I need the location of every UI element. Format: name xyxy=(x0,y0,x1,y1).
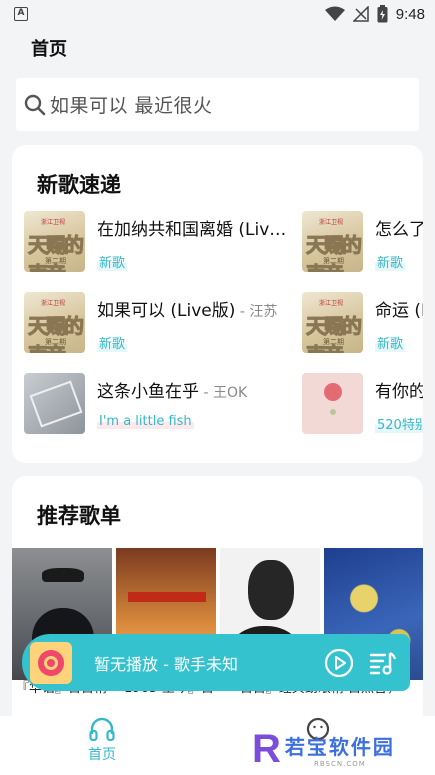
song-title: 有你的 xyxy=(375,382,423,402)
song-artist: 汪苏 xyxy=(249,304,278,320)
playlist-button[interactable] xyxy=(366,646,400,680)
page-title: 首页 xyxy=(31,39,67,60)
notification-icon: A xyxy=(14,7,28,21)
song-cover: 浙江卫视 天赐的声音 第二期 xyxy=(302,292,363,353)
song-item[interactable]: 浙江卫视 天赐的声音 第二期 如果可以 (Live版) - 汪苏 新歌 xyxy=(24,292,287,356)
watermark-letter: R xyxy=(252,727,281,771)
playlist-icon xyxy=(369,651,397,675)
status-icons: 9:48 xyxy=(324,5,425,23)
song-cover: 浙江卫视 天赐的声音 第二期 xyxy=(302,211,363,272)
wifi-icon xyxy=(324,6,345,21)
tab-home-label: 首页 xyxy=(88,747,116,763)
song-cover xyxy=(302,373,363,434)
status-time: 9:48 xyxy=(395,5,425,23)
search-input[interactable]: 如果可以 最近很火 xyxy=(16,78,419,131)
watermark-brand: 若宝软件园 xyxy=(284,734,395,759)
battery-icon xyxy=(377,5,388,23)
play-button[interactable] xyxy=(322,646,356,680)
song-tag: 新歌 xyxy=(375,252,406,271)
mini-player[interactable]: 暂无播放 - 歌手未知 xyxy=(22,634,410,691)
song-title: 命运 (L xyxy=(375,301,423,321)
watermark-logo: R 若宝软件园 RBSCN.COM xyxy=(252,729,395,769)
search-placeholder: 如果可以 最近很火 xyxy=(50,95,213,117)
song-tag: 520特别 xyxy=(375,414,423,433)
song-tag: I'm a little fish xyxy=(97,414,194,429)
song-item[interactable]: 这条小鱼在乎 - 王OK I'm a little fish xyxy=(24,373,287,437)
song-cover: 浙江卫视 天赐的声音 第二期 xyxy=(24,292,85,353)
new-songs-card: 新歌速递 浙江卫视 天赐的声音 第二期 在加纳共和国离婚 (Liv… 新歌 浙江… xyxy=(12,145,423,463)
headphones-icon xyxy=(89,717,115,742)
signal-icon xyxy=(352,6,369,22)
tab-home[interactable]: 首页 xyxy=(88,716,116,764)
watermark-domain: RBSCN.COM xyxy=(314,759,366,768)
player-title: 暂无播放 - 歌手未知 xyxy=(94,654,238,674)
recommended-title: 推荐歌单 xyxy=(37,504,121,528)
new-songs-title: 新歌速递 xyxy=(37,173,121,197)
song-item[interactable]: 浙江卫视 天赐的声音 第二期 怎么了 新歌 xyxy=(302,211,423,275)
song-tag: 新歌 xyxy=(97,252,128,271)
song-title: 怎么了 xyxy=(375,220,423,240)
song-title: 在加纳共和国离婚 (Liv… xyxy=(97,220,287,240)
status-bar: A 9:48 xyxy=(0,0,435,30)
search-icon xyxy=(24,94,46,115)
song-tag: 新歌 xyxy=(97,333,128,352)
song-item[interactable]: 有你的 520特别 xyxy=(302,373,423,437)
song-cover xyxy=(24,373,85,434)
song-item[interactable]: 浙江卫视 天赐的声音 第二期 命运 (L 新歌 xyxy=(302,292,423,356)
song-cover: 浙江卫视 天赐的声音 第二期 xyxy=(24,211,85,272)
song-artist: 王OK xyxy=(212,385,248,401)
song-title: 如果可以 (Live版) - 汪苏 xyxy=(97,301,278,321)
player-disc-icon xyxy=(30,641,72,684)
song-tag: 新歌 xyxy=(375,333,406,352)
song-title: 这条小鱼在乎 - 王OK xyxy=(97,382,248,402)
song-item[interactable]: 浙江卫视 天赐的声音 第二期 在加纳共和国离婚 (Liv… 新歌 xyxy=(24,211,287,275)
play-icon xyxy=(324,648,354,677)
